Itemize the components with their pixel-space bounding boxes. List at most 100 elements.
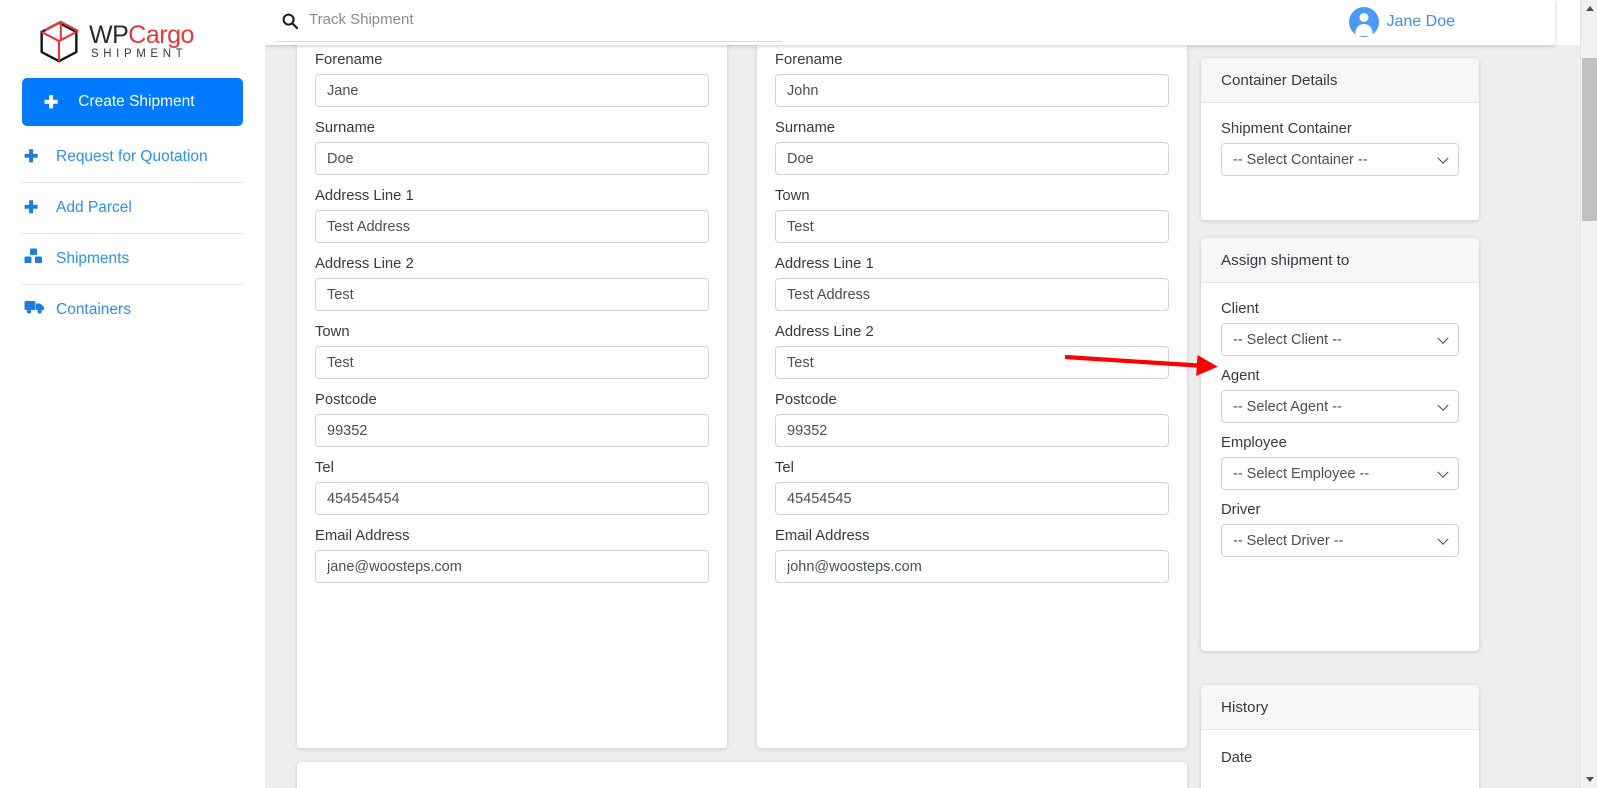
receiver-tel-input[interactable]	[775, 482, 1169, 515]
field-label: Town	[775, 177, 1169, 210]
field-tel: Tel	[775, 449, 1169, 515]
driver-select[interactable]: -- Select Driver --	[1221, 524, 1459, 557]
field-town: Town	[315, 313, 709, 379]
sidebar-item-add-parcel[interactable]: ✚ Add Parcel	[22, 183, 243, 233]
client-label: Client	[1221, 289, 1459, 323]
sidebar-nav: ✚ Create Shipment ✚ Request for Quotatio…	[0, 78, 265, 335]
client-select-value: -- Select Client --	[1233, 332, 1342, 348]
next-section-card	[297, 762, 1187, 788]
agent-select[interactable]: -- Select Agent --	[1221, 390, 1459, 423]
sidebar-item-request-for-quotation[interactable]: ✚ Request for Quotation	[22, 132, 243, 182]
field-label: Address Line 1	[775, 245, 1169, 278]
history-panel: History Date	[1201, 685, 1479, 788]
sender-postcode-input[interactable]	[315, 414, 709, 447]
sidebar-item-containers-label: Containers	[56, 298, 131, 322]
client-select[interactable]: -- Select Client --	[1221, 323, 1459, 356]
sender-fields: Forename Surname Address Line 1 Address …	[297, 45, 727, 583]
brand-logo[interactable]: WPCargo SHIPMENT	[0, 0, 265, 78]
receiver-details-card: Forename Surname Town Address Line 1	[757, 45, 1187, 748]
shipment-container-select[interactable]: -- Select Container --	[1221, 143, 1459, 176]
scroll-down-button[interactable]	[1581, 771, 1597, 788]
assign-shipment-panel: Assign shipment to Client -- Select Clie…	[1201, 238, 1479, 651]
sender-email-input[interactable]	[315, 550, 709, 583]
chevron-down-icon	[1437, 399, 1448, 410]
plus-icon: ✚	[22, 196, 56, 219]
track-shipment-search[interactable]	[277, 0, 782, 42]
chevron-down-icon	[1437, 533, 1448, 544]
plus-icon: ✚	[22, 145, 56, 168]
receiver-address-line-2-input[interactable]	[775, 346, 1169, 379]
history-body: Date	[1201, 730, 1479, 784]
sidebar-item-request-for-quotation-label: Request for Quotation	[56, 145, 208, 169]
agent-label: Agent	[1221, 356, 1459, 390]
employee-select[interactable]: -- Select Employee --	[1221, 457, 1459, 490]
sender-tel-input[interactable]	[315, 482, 709, 515]
sidebar-item-create-shipment-label: Create Shipment	[78, 93, 194, 111]
driver-select-value: -- Select Driver --	[1233, 533, 1343, 549]
field-address-line-2: Address Line 2	[775, 313, 1169, 379]
container-details-title: Container Details	[1201, 58, 1479, 103]
sender-details-card: Forename Surname Address Line 1 Address …	[297, 45, 727, 748]
sidebar-item-containers[interactable]: Containers	[22, 285, 243, 335]
field-label: Forename	[775, 45, 1169, 74]
field-postcode: Postcode	[775, 381, 1169, 447]
field-label: Forename	[315, 45, 709, 74]
receiver-email-input[interactable]	[775, 550, 1169, 583]
employee-label: Employee	[1221, 423, 1459, 457]
field-label: Tel	[775, 449, 1169, 482]
field-address-line-1: Address Line 1	[315, 177, 709, 243]
sender-address-line-1-input[interactable]	[315, 210, 709, 243]
field-address-line-2: Address Line 2	[315, 245, 709, 311]
truck-icon	[22, 298, 56, 315]
field-surname: Surname	[775, 109, 1169, 175]
agent-select-value: -- Select Agent --	[1233, 399, 1342, 415]
triangle-up-icon	[1586, 6, 1594, 11]
header-right-filler	[1555, 0, 1580, 45]
sidebar-item-shipments-label: Shipments	[56, 247, 129, 271]
field-label: Email Address	[775, 517, 1169, 550]
field-label: Town	[315, 313, 709, 346]
brand-name-wp: WP	[89, 21, 128, 49]
field-label: Address Line 1	[315, 177, 709, 210]
receiver-fields: Forename Surname Town Address Line 1	[757, 45, 1187, 583]
field-forename: Forename	[775, 45, 1169, 107]
page-scrollbar[interactable]	[1580, 0, 1597, 788]
sender-forename-input[interactable]	[315, 74, 709, 107]
sidebar-item-shipments[interactable]: Shipments	[22, 234, 243, 284]
field-label: Surname	[775, 109, 1169, 142]
field-forename: Forename	[315, 45, 709, 107]
sender-surname-input[interactable]	[315, 142, 709, 175]
field-town: Town	[775, 177, 1169, 243]
receiver-surname-input[interactable]	[775, 142, 1169, 175]
boxes-icon	[22, 247, 56, 265]
chevron-down-icon	[1437, 466, 1448, 477]
field-postcode: Postcode	[315, 381, 709, 447]
user-avatar-icon	[1349, 7, 1379, 37]
receiver-town-input[interactable]	[775, 210, 1169, 243]
sidebar-item-add-parcel-label: Add Parcel	[56, 196, 132, 220]
scrollbar-thumb[interactable]	[1582, 58, 1597, 221]
field-tel: Tel	[315, 449, 709, 515]
field-address-line-1: Address Line 1	[775, 245, 1169, 311]
plus-icon: ✚	[44, 94, 58, 111]
user-menu[interactable]: Jane Doe	[1349, 7, 1456, 37]
brand-name-cargo: Cargo	[128, 21, 194, 49]
sender-town-input[interactable]	[315, 346, 709, 379]
field-label: Surname	[315, 109, 709, 142]
brand-subtitle: SHIPMENT	[89, 49, 194, 61]
main-content: Forename Surname Address Line 1 Address …	[265, 45, 1555, 788]
scroll-up-button[interactable]	[1581, 0, 1597, 17]
sender-address-line-2-input[interactable]	[315, 278, 709, 311]
field-label: Postcode	[315, 381, 709, 414]
sidebar-item-create-shipment[interactable]: ✚ Create Shipment	[22, 78, 243, 126]
receiver-postcode-input[interactable]	[775, 414, 1169, 447]
receiver-forename-input[interactable]	[775, 74, 1169, 107]
shipment-container-label: Shipment Container	[1221, 109, 1459, 143]
field-label: Tel	[315, 449, 709, 482]
chevron-down-icon	[1437, 152, 1448, 163]
content-right-filler	[1555, 45, 1580, 788]
field-email-address: Email Address	[775, 517, 1169, 583]
receiver-address-line-1-input[interactable]	[775, 278, 1169, 311]
search-input[interactable]	[303, 11, 743, 30]
driver-label: Driver	[1221, 490, 1459, 524]
